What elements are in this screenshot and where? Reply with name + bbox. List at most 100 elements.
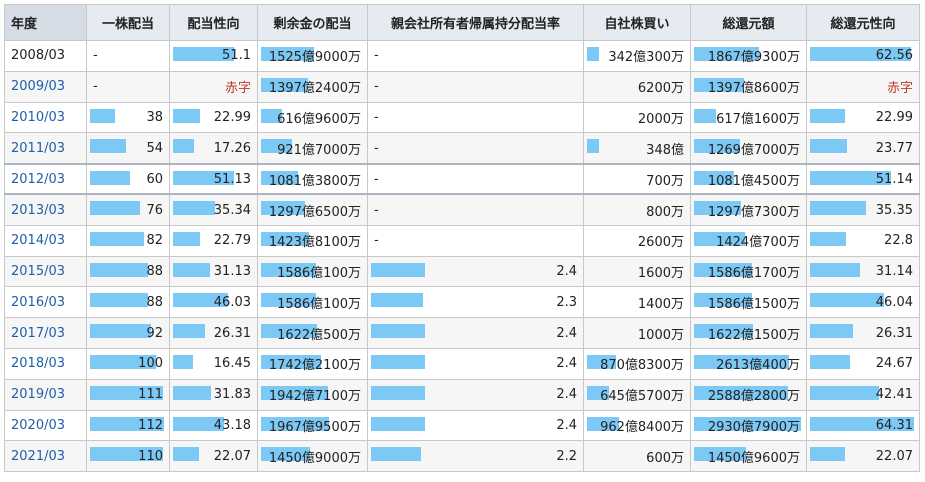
cell-dividend-per-share: 100 bbox=[86, 347, 170, 380]
cell-year[interactable]: 2021/03 bbox=[4, 440, 87, 473]
cell-year[interactable]: 2017/03 bbox=[4, 317, 87, 349]
cell-value: 2.3 bbox=[556, 294, 577, 310]
cell-value: 2600万 bbox=[637, 235, 684, 251]
cell-value: 2.4 bbox=[556, 387, 577, 403]
cell-value: 616億9600万 bbox=[277, 111, 361, 127]
year-link[interactable]: 2018/03 bbox=[11, 356, 65, 371]
header-payout-ratio[interactable]: 配当性向 bbox=[169, 4, 258, 41]
cell-value: - bbox=[93, 48, 98, 64]
cell-share-buyback: 800万 bbox=[583, 193, 691, 226]
table-row: 2009/03- 赤字 1397億2400万 -6200万 1397億8600万 赤字 bbox=[4, 70, 920, 103]
year-link[interactable]: 2013/03 bbox=[11, 203, 65, 218]
cell-total-return: 617億1600万 bbox=[690, 101, 807, 134]
cell-payout-ratio: 31.13 bbox=[169, 255, 258, 288]
header-surplus-dividend[interactable]: 剰余金の配当 bbox=[257, 4, 368, 41]
cell-value: 22.07 bbox=[875, 448, 913, 464]
cell-value: 1586億1700万 bbox=[707, 265, 800, 281]
year-link[interactable]: 2019/03 bbox=[11, 387, 65, 402]
cell-dividend-per-share: - bbox=[86, 40, 170, 72]
year-link[interactable]: 2012/03 bbox=[11, 172, 65, 187]
cell-year[interactable]: 2012/03 bbox=[4, 162, 87, 195]
year-link[interactable]: 2016/03 bbox=[11, 295, 65, 310]
cell-dividend-per-share: 92 bbox=[86, 317, 170, 349]
year-link[interactable]: 2017/03 bbox=[11, 326, 65, 341]
header-year[interactable]: 年度 bbox=[4, 4, 87, 41]
cell-year[interactable]: 2009/03 bbox=[4, 70, 87, 103]
cell-total-return: 1397億8600万 bbox=[690, 70, 807, 103]
cell-total-return: 1269億7000万 bbox=[690, 132, 807, 165]
value-bar bbox=[587, 47, 599, 61]
cell-year[interactable]: 2020/03 bbox=[4, 409, 87, 442]
value-bar bbox=[371, 447, 421, 462]
cell-value: 1586億1500万 bbox=[707, 296, 800, 312]
cell-year[interactable]: 2014/03 bbox=[4, 224, 87, 257]
cell-surplus-dividend: 1450億9000万 bbox=[257, 440, 368, 473]
cell-payout-ratio: 22.79 bbox=[169, 224, 258, 257]
cell-doe: 2.4 bbox=[367, 255, 584, 288]
cell-value: 54 bbox=[146, 140, 163, 156]
header-doe[interactable]: 親会社所有者帰属持分配当率 bbox=[367, 4, 584, 41]
header-share-buyback[interactable]: 自社株買い bbox=[583, 4, 691, 41]
cell-value: 22.79 bbox=[213, 233, 251, 249]
value-bar bbox=[810, 385, 879, 400]
year-link[interactable]: 2015/03 bbox=[11, 264, 65, 279]
year-link[interactable]: 2014/03 bbox=[11, 233, 65, 248]
year-link[interactable]: 2010/03 bbox=[11, 110, 65, 125]
table-row: 2016/03 88 46.03 1586億100万 2.3 1400万 1586億1500… bbox=[4, 286, 920, 319]
cell-value: 1742億2100万 bbox=[268, 358, 361, 374]
table-row: 2019/03 111 31.83 1942億7100万 2.4 645億5700万 258… bbox=[4, 378, 920, 411]
cell-value: 46.04 bbox=[875, 294, 913, 310]
cell-year[interactable]: 2015/03 bbox=[4, 255, 87, 288]
cell-value: 1867億9300万 bbox=[707, 50, 800, 66]
value-bar bbox=[810, 293, 884, 308]
year-link[interactable]: 2021/03 bbox=[11, 449, 65, 464]
table-body: 2008/03-51.1 1525億9000万 -342億300万 1867億9300… bbox=[4, 40, 920, 473]
cell-surplus-dividend: 1942億7100万 bbox=[257, 378, 368, 411]
header-total-return[interactable]: 総還元額 bbox=[690, 4, 807, 41]
cell-year[interactable]: 2018/03 bbox=[4, 347, 87, 380]
year-link[interactable]: 2009/03 bbox=[11, 79, 65, 94]
cell-value: 921億7000万 bbox=[277, 142, 361, 158]
cell-year[interactable]: 2019/03 bbox=[4, 378, 87, 411]
cell-total-return: 1586億1700万 bbox=[690, 255, 807, 288]
value-bar bbox=[173, 324, 205, 339]
cell-total-return-ratio: 赤字 bbox=[806, 70, 920, 103]
cell-value: 2930億7900万 bbox=[707, 419, 800, 435]
cell-year[interactable]: 2010/03 bbox=[4, 101, 87, 134]
cell-share-buyback: 700万 bbox=[583, 162, 691, 195]
cell-value: 617億1600万 bbox=[716, 111, 800, 127]
cell-value: 1397億2400万 bbox=[268, 81, 361, 97]
cell-value: 2588億2800万 bbox=[707, 389, 800, 405]
value-bar bbox=[90, 293, 148, 308]
cell-year[interactable]: 2011/03 bbox=[4, 132, 87, 165]
year-link[interactable]: 2011/03 bbox=[11, 141, 65, 156]
header-total-return-ratio[interactable]: 総還元性向 bbox=[806, 4, 920, 41]
cell-value: - bbox=[374, 202, 379, 218]
cell-value: 342億300万 bbox=[608, 50, 684, 66]
header-dividend-per-share[interactable]: 一株配当 bbox=[86, 4, 170, 41]
cell-share-buyback: 2000万 bbox=[583, 101, 691, 134]
cell-value: 16.45 bbox=[213, 356, 251, 372]
cell-value: - bbox=[93, 79, 98, 95]
table-row: 2010/03 38 22.99 616億9600万 - 2000万 617億1600万 22… bbox=[4, 101, 920, 134]
cell-year[interactable]: 2013/03 bbox=[4, 193, 87, 226]
cell-value: 1081億4500万 bbox=[707, 173, 800, 189]
year-link[interactable]: 2020/03 bbox=[11, 418, 65, 433]
cell-share-buyback: 1400万 bbox=[583, 286, 691, 319]
cell-value: 35.34 bbox=[213, 202, 251, 218]
cell-payout-ratio: 51.1 bbox=[169, 40, 258, 72]
cell-value: 2000万 bbox=[637, 111, 684, 127]
cell-doe: 2.4 bbox=[367, 378, 584, 411]
cell-surplus-dividend: 1622億500万 bbox=[257, 317, 368, 349]
cell-year[interactable]: 2016/03 bbox=[4, 286, 87, 319]
cell-value: 800万 bbox=[646, 204, 684, 220]
cell-value: 870億8300万 bbox=[600, 358, 684, 374]
cell-total-return: 1450億9600万 bbox=[690, 440, 807, 473]
cell-payout-ratio: 31.83 bbox=[169, 378, 258, 411]
value-bar bbox=[371, 385, 425, 400]
cell-value: 110 bbox=[138, 448, 163, 464]
cell-doe: - bbox=[367, 162, 584, 195]
cell-total-return-ratio: 51.14 bbox=[806, 162, 920, 195]
cell-payout-ratio: 17.26 bbox=[169, 132, 258, 165]
cell-total-return: 1081億4500万 bbox=[690, 162, 807, 195]
